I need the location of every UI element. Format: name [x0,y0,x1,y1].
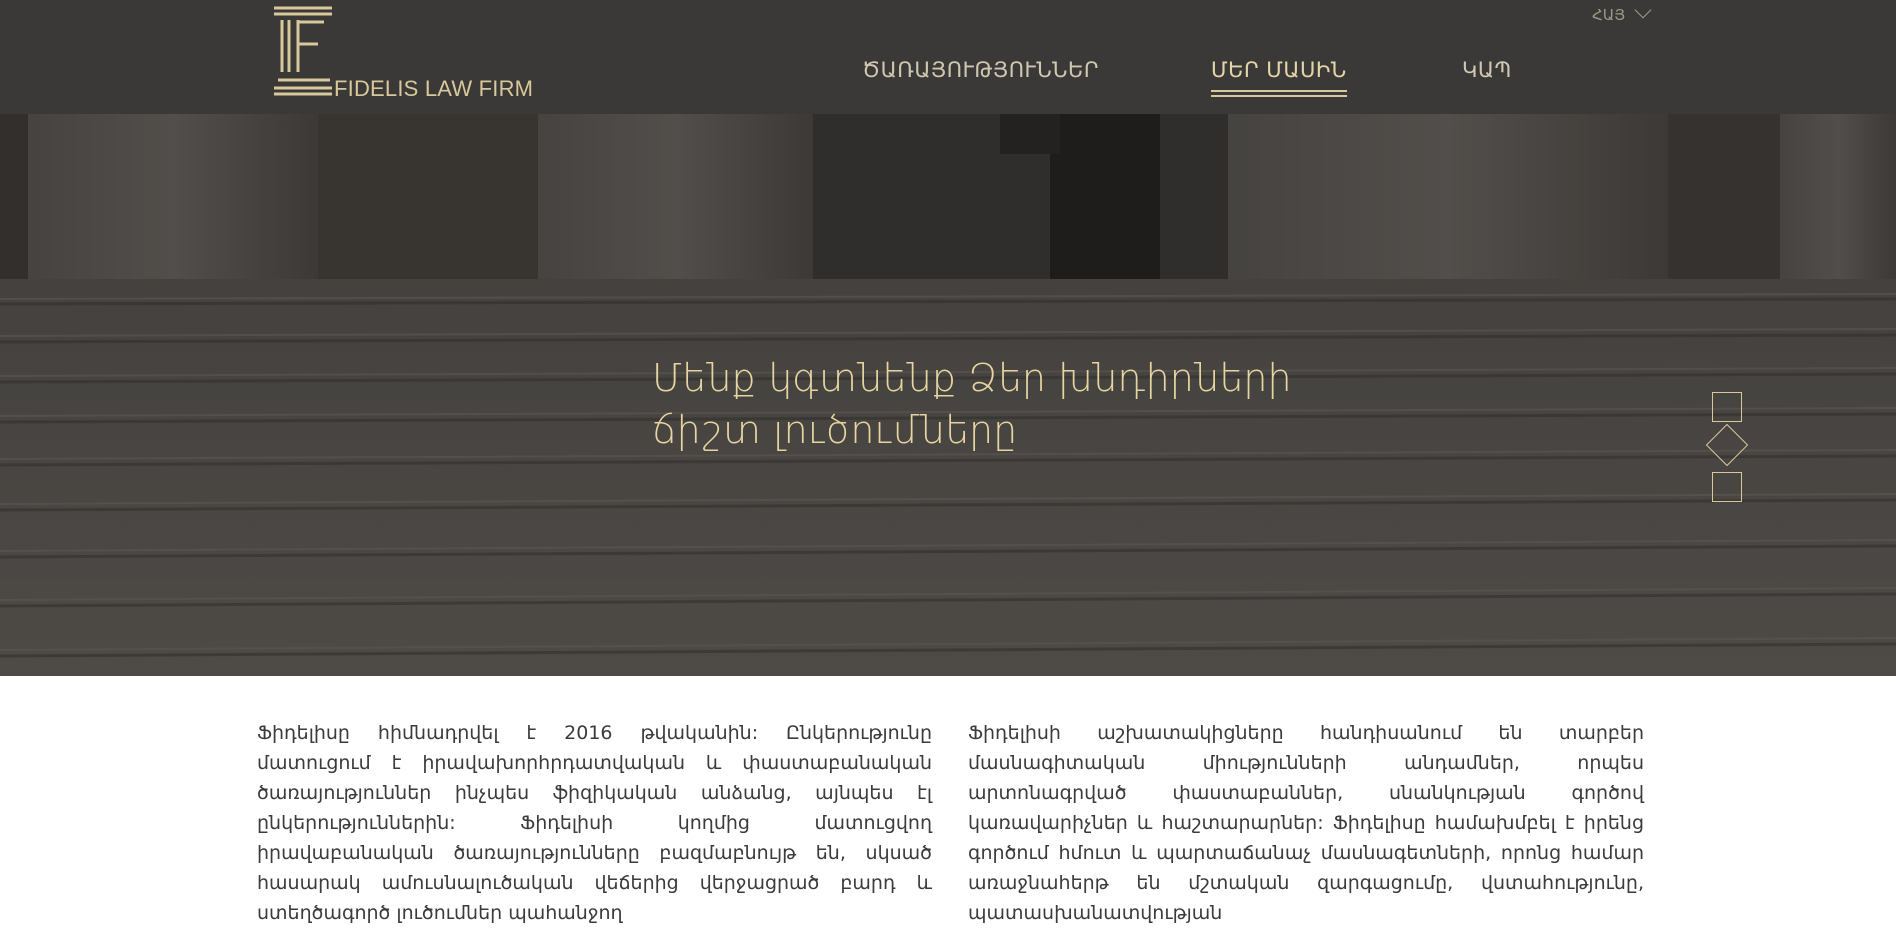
nav-item-label: ԿԱՊ [1462,58,1512,82]
nav-item-label: ՄԵՐ ՄԱՍԻՆ [1211,58,1347,82]
brand-name: FIDELIS LAW FIRM [334,76,534,101]
language-selector[interactable]: ՀԱՅ [1592,1,1652,24]
about-text-left: Ֆիդելիսը հիմնադրվել է 2016 թվականին: Ընկ… [257,722,932,924]
nav-item-services[interactable]: ԾԱՌԱՅՈՒԹՅՈՒՆՆԵՐ [862,58,1099,82]
active-underline [1211,90,1347,97]
hero-title: Մենք կգտնենք Ձեր խնդիրների ճիշտ լուծումն… [652,352,1292,456]
about-section: Ֆիդելիսը հիմնադրվել է 2016 թվականին: Ընկ… [0,676,1896,924]
slide-1-square-icon[interactable] [1712,392,1742,422]
about-text-right: Ֆիդելիսի աշխատակիցները հանդիսանում են տա… [968,722,1644,924]
hero-title-line: Մենք կգտնենք Ձեր խնդիրների [652,356,1292,400]
site-header: FIDELIS LAW FIRM ԾԱՌԱՅՈՒԹՅՈՒՆՆԵՐ ՄԵՐ ՄԱՍ… [0,0,1896,114]
hero-section: Մենք կգտնենք Ձեր խնդիրների ճիշտ լուծումն… [0,114,1896,676]
slide-3-square-icon[interactable] [1712,472,1742,502]
logo-pillars-icon [274,6,332,96]
nav-item-contact[interactable]: ԿԱՊ [1462,58,1512,82]
chevron-down-icon [1634,1,1652,19]
hero-title-line: ճիշտ լուծումները [652,408,1018,452]
nav-item-about[interactable]: ՄԵՐ ՄԱՍԻՆ [1211,58,1347,97]
logo[interactable]: FIDELIS LAW FIRM [274,6,534,102]
language-label: ՀԱՅ [1592,6,1626,24]
nav-item-label: ԾԱՌԱՅՈՒԹՅՈՒՆՆԵՐ [862,58,1099,82]
